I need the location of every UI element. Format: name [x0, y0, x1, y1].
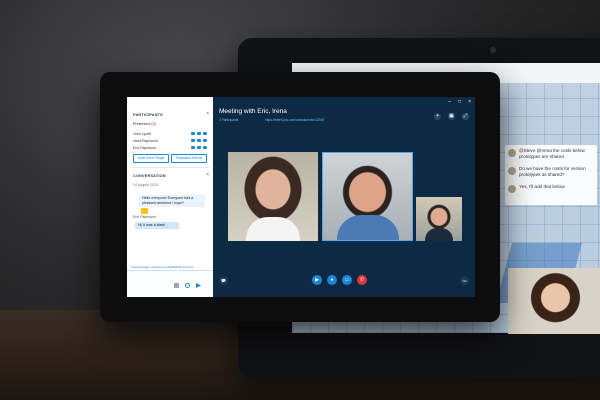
last-message-note: Last message received on 24/08/2015 at 1… — [131, 265, 195, 269]
chat-toggle-icon[interactable]: 💬 — [219, 276, 228, 285]
presenters-count: Presenters (3) — [133, 122, 156, 126]
avatar — [508, 149, 516, 157]
avatar — [508, 167, 516, 175]
meeting-sidebar: PARTICIPANTS × Presenters (3) John Lynch… — [127, 97, 214, 297]
conversation-header: CONVERSATION — [133, 174, 166, 178]
meeting-title: Meeting with Eric, Irena — [219, 108, 287, 115]
emoticon-icon[interactable] — [185, 283, 190, 288]
meeting-stage: – □ × Meeting with Eric, Irena 2 Partici… — [213, 97, 475, 297]
maximize-icon[interactable]: □ — [458, 99, 461, 105]
video-tile-self-view[interactable] — [416, 197, 462, 241]
meeting-link[interactable]: https://meet.lync.com/contoso/ericr/1234… — [265, 118, 324, 122]
avatar — [508, 185, 516, 193]
attachment-icon[interactable] — [174, 283, 179, 288]
participant-name[interactable]: Eric Raymond — [133, 146, 156, 150]
camera-icon — [490, 47, 496, 53]
sender-name: Eric Raymond — [133, 215, 156, 219]
close-icon[interactable]: × — [206, 111, 209, 117]
incoming-message: Hello everyone! Everyone had a pleasant … — [139, 195, 205, 207]
close-icon[interactable]: × — [206, 172, 209, 178]
add-people-icon[interactable]: + — [434, 113, 441, 120]
participant-name[interactable]: Irena Raymond — [133, 139, 158, 143]
microphone-button[interactable]: ● — [327, 275, 337, 285]
back-chat-panel: @Steve @Irena the costs below prototypes… — [505, 145, 597, 205]
message-composer[interactable] — [127, 270, 213, 297]
chat-message: Yes, I'll add that below. — [519, 184, 566, 189]
back-video-participant — [508, 268, 600, 334]
video-tile-irena[interactable] — [228, 152, 318, 241]
participants-header: PARTICIPANTS — [133, 113, 163, 117]
chat-message: Do we have the costs for version prototy… — [519, 166, 586, 177]
participant-status-icons — [191, 146, 207, 149]
emoji-icon — [141, 208, 148, 214]
end-call-button[interactable]: ✆ — [357, 275, 367, 285]
chat-message: @Steve @Irena the costs below prototypes… — [519, 148, 585, 159]
layout-icon[interactable]: ▣ — [448, 113, 455, 120]
video-toggle-button[interactable]: ▶ — [312, 275, 322, 285]
participant-name[interactable]: John Lynch — [133, 132, 151, 136]
meeting-participant-count: 2 Participants — [219, 118, 239, 122]
fullscreen-icon[interactable]: ⤢ — [462, 113, 469, 120]
participant-actions-button[interactable]: Participant Actions — [171, 154, 207, 163]
conversation-date: 24 August 2015 — [133, 183, 158, 187]
share-screen-button[interactable]: ▭ — [342, 275, 352, 285]
minimize-icon[interactable]: – — [448, 99, 451, 105]
participant-status-icons — [191, 139, 207, 142]
divider — [131, 167, 209, 168]
video-tile-eric-active-speaker[interactable] — [322, 152, 413, 241]
invite-more-people-button[interactable]: Invite More People — [133, 154, 169, 163]
participant-status-icons — [191, 132, 207, 135]
more-options-icon[interactable]: ••• — [460, 276, 469, 285]
skype-meeting-window: PARTICIPANTS × Presenters (3) John Lynch… — [127, 97, 475, 297]
close-window-icon[interactable]: × — [468, 99, 471, 105]
outgoing-message: Hi, it was a blast! — [135, 222, 179, 229]
